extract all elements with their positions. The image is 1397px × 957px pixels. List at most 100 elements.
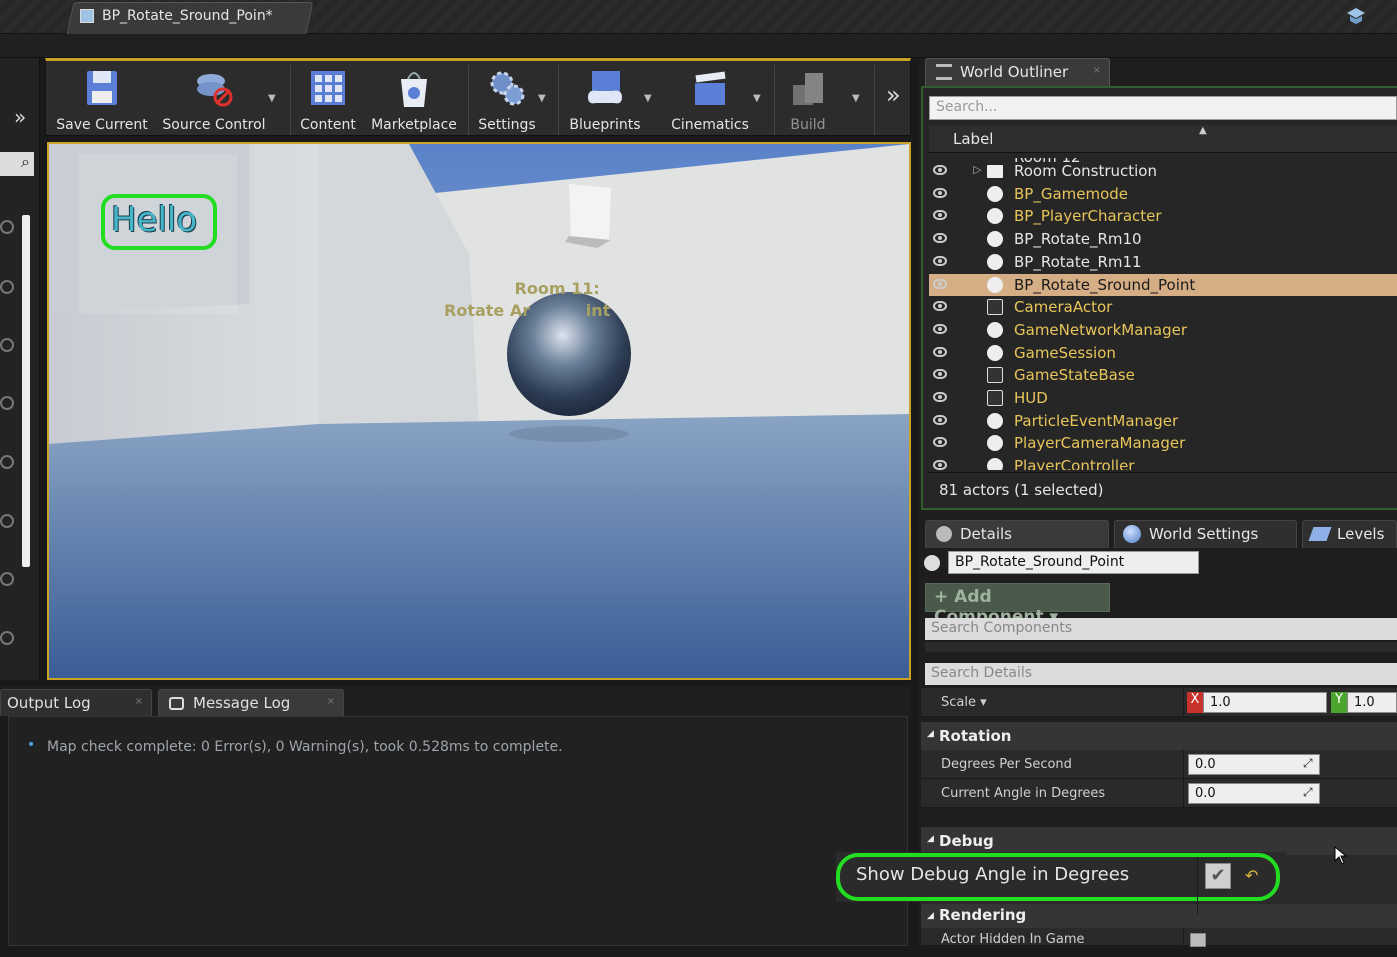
blueprint-document-icon [80,9,94,23]
camera-icon [987,299,1003,316]
visibility-eye-icon[interactable] [933,165,947,175]
actor-name-field[interactable]: BP_Rotate_Sround_Point [948,551,1199,574]
degrees-per-second-field[interactable]: 0.0 [1188,754,1320,775]
show-debug-checkbox[interactable]: ✔ [1205,863,1231,889]
settings-button[interactable]: Settings [474,67,540,135]
cinematics-dropdown-icon[interactable]: ▼ [753,93,761,104]
level-viewport[interactable]: Hello Room 11: Rotate Ar int [47,142,911,680]
list-item[interactable]: BP_Rotate_Sround_Point [929,273,1397,296]
y-axis-badge: Y [1331,692,1347,713]
tab-levels[interactable]: Levels [1302,520,1397,548]
list-item[interactable]: ParticleEventManager [929,410,1397,432]
log-message[interactable]: Map check complete: 0 Error(s), 0 Warnin… [47,739,563,755]
rendering-section-header[interactable]: ◢ Rendering [921,904,1397,928]
components-tree [925,642,1397,652]
outliner-list: Room 12 ▷Room ConstructionBP_GamemodeBP_… [929,158,1397,470]
section-title: Rendering [939,906,1027,924]
visibility-eye-icon[interactable] [933,323,947,334]
label-column-header[interactable]: Label [953,130,993,148]
outliner-item-label: BP_Gamemode [1014,184,1129,203]
actor-sphere-icon [987,276,1003,293]
tab-message-log[interactable]: Message Log × [158,689,344,716]
marketplace-button[interactable]: Marketplace [368,67,460,135]
scale-y-field[interactable]: 1.0 [1347,692,1397,713]
blueprints-dropdown-icon[interactable]: ▼ [644,93,652,104]
list-item[interactable]: BP_Gamemode [929,183,1397,205]
list-item[interactable]: BP_Rotate_Rm10 [929,228,1397,250]
rotation-section-header[interactable]: ◢ Rotation [921,722,1397,750]
list-item[interactable]: HUD [929,387,1397,409]
left-search-icon[interactable]: ⌕ [0,152,34,176]
document-tab-content[interactable]: BP_Rotate_Sround_Poin* [80,8,273,24]
outliner-search-input[interactable]: Search... [929,96,1397,120]
add-component-button[interactable]: + Add Component ▾ [925,583,1110,627]
build-dropdown-icon[interactable]: ▼ [852,93,860,104]
visibility-eye-icon[interactable] [933,301,947,312]
list-item[interactable]: PlayerController [929,455,1397,470]
list-item[interactable]: GameStateBase [929,364,1397,386]
collapse-triangle-icon: ◢ [927,834,934,844]
visibility-eye-icon[interactable] [933,460,947,470]
drag-arrows-icon[interactable]: ⤢ [1303,756,1313,771]
list-item[interactable]: BP_Rotate_Rm11 [929,251,1397,273]
search-components-input[interactable]: Search Components [925,618,1397,640]
visibility-eye-icon[interactable] [933,278,947,289]
tab-world-outliner[interactable]: World Outliner × [925,58,1110,86]
drag-arrows-icon[interactable]: ⤢ [1303,785,1313,800]
list-item[interactable]: GameNetworkManager [929,319,1397,341]
expand-chevron-icon[interactable]: » [14,105,26,129]
visibility-eye-icon[interactable] [933,392,947,402]
visibility-eye-icon[interactable] [933,187,947,198]
list-item[interactable]: GameSession [929,342,1397,364]
clapperboard-icon [694,70,727,105]
list-item[interactable]: ▷ Room Construction [929,160,1397,182]
cinematics-button[interactable]: Cinematics [666,67,754,135]
source-control-dropdown-icon[interactable]: ▼ [268,93,276,104]
tab-output-log[interactable]: Output Log × [0,689,152,716]
visibility-eye-icon[interactable] [933,210,947,221]
outliner-item-label: ParticleEventManager [1014,411,1179,430]
settings-dropdown-icon[interactable]: ▼ [538,93,546,104]
visibility-eye-icon[interactable] [933,414,947,425]
outliner-item-label: PlayerController [1014,457,1135,470]
tab-world-settings[interactable]: World Settings [1114,520,1297,548]
content-button[interactable]: Content [296,67,360,135]
visibility-eye-icon[interactable] [933,255,947,266]
outliner-column-header[interactable]: Label ▲ [929,125,1397,153]
visibility-eye-icon[interactable] [933,233,947,244]
list-item[interactable]: CameraActor [929,296,1397,318]
blueprints-button[interactable]: Blueprints [564,67,646,135]
source-control-button[interactable]: Source Control [158,67,270,135]
actor-hidden-row: Actor Hidden In Game [921,928,1397,957]
marketplace-bag-icon [401,72,427,107]
expand-arrow-icon[interactable]: ▷ [973,163,981,176]
list-item[interactable]: PlayerCameraManager [929,432,1397,454]
toolbar-overflow-chevron-icon[interactable]: » [886,81,901,109]
visibility-eye-icon[interactable] [933,369,947,380]
sort-ascending-icon[interactable]: ▲ [1199,125,1207,136]
save-current-button[interactable]: Save Current [54,67,150,135]
scale-x-field[interactable]: 1.0 [1203,692,1327,713]
visibility-eye-icon[interactable] [933,346,947,357]
toolbar-label: Blueprints [569,117,641,133]
reset-to-default-icon[interactable]: ↶ [1245,866,1258,885]
list-item[interactable]: BP_PlayerCharacter [929,205,1397,227]
tab-details[interactable]: Details [925,520,1109,548]
scale-label[interactable]: Scale ▾ [941,695,987,710]
controller-icon [987,458,1003,470]
actor-hidden-checkbox[interactable] [1190,933,1206,947]
close-icon[interactable]: × [1093,65,1101,76]
outliner-item-label: GameNetworkManager [1014,320,1188,339]
search-details-input[interactable]: Search Details [925,663,1397,685]
close-icon[interactable]: × [327,696,335,707]
debug-section-header[interactable]: ◢ Debug [921,827,1397,855]
close-icon[interactable]: × [135,696,143,707]
column-divider [1197,858,1198,914]
collapse-triangle-icon: ◢ [927,729,934,739]
current-angle-field[interactable]: 0.0 [1188,783,1320,804]
visibility-eye-icon[interactable] [933,437,947,448]
hello-widget-text: Hello [111,200,198,240]
unreal-logo-icon[interactable] [1345,7,1367,25]
left-scrollbar[interactable] [22,215,30,567]
build-button[interactable]: Build [778,67,838,135]
